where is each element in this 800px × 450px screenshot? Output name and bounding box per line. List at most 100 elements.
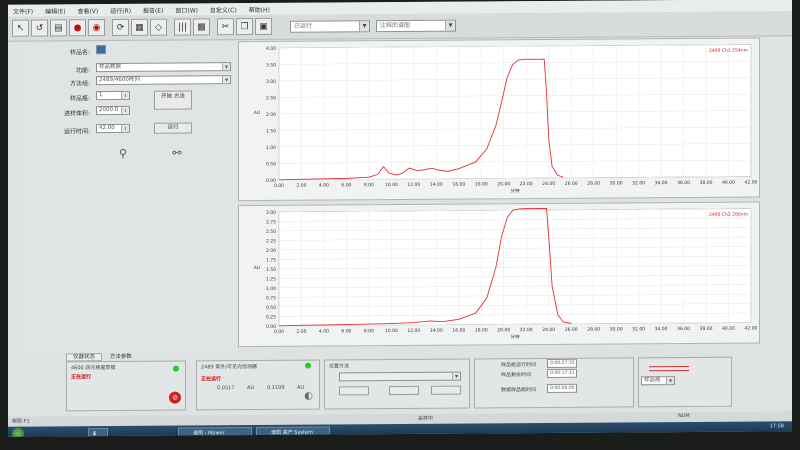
y-tick-label: 3.50 bbox=[266, 62, 276, 68]
spinner-icon[interactable]: ⇕ bbox=[121, 106, 129, 114]
chevron-down-icon: ▼ bbox=[222, 63, 230, 71]
x-tick-label: 30.00 bbox=[610, 326, 623, 332]
status-num: NUM bbox=[678, 412, 690, 420]
x-tick-label: 6.00 bbox=[341, 182, 351, 188]
probe-icon[interactable]: ⚲ bbox=[114, 144, 132, 162]
menu-view[interactable]: 查看(V) bbox=[72, 4, 103, 15]
paste-icon[interactable]: ▣ bbox=[255, 17, 272, 36]
cut-icon[interactable]: ✂ bbox=[217, 18, 234, 36]
detector-panel: 2489 紫外/可见光检测器 正在运行 0.0517 AU 0.1109 AU … bbox=[196, 359, 320, 411]
y-tick-label: 1.25 bbox=[266, 276, 276, 282]
y-tick-label: 2.50 bbox=[266, 229, 276, 235]
progress-panel: 样品瓶 ▼ bbox=[638, 356, 732, 408]
stack-icon[interactable]: ◇ bbox=[150, 18, 167, 36]
sample-name-field[interactable] bbox=[96, 45, 106, 55]
location-select[interactable]: ▼ bbox=[339, 371, 461, 382]
grid-icon[interactable]: ▩ bbox=[193, 18, 210, 36]
vial-remaining-label: 样品剩余时间 bbox=[501, 372, 532, 379]
link-icon[interactable]: ⚯ bbox=[168, 143, 186, 161]
menu-report[interactable]: 报告(E) bbox=[138, 4, 168, 15]
vial-field[interactable]: 1 ⇕ bbox=[96, 90, 130, 101]
x-tick-label: 36.00 bbox=[677, 326, 690, 332]
status-center: 采样中 bbox=[418, 415, 434, 422]
location-button-2[interactable] bbox=[389, 385, 419, 396]
function-label: 功能: bbox=[75, 67, 90, 75]
y-tick-label: 3.00 bbox=[266, 210, 276, 216]
vial-run-time-label: 样品瓶运行时间 bbox=[501, 362, 537, 369]
lamp-icon[interactable]: ◐ bbox=[304, 391, 313, 402]
x-tick-label: 12.00 bbox=[407, 328, 420, 334]
x-tick-label: 24.00 bbox=[542, 181, 555, 187]
stop-icon[interactable]: ◉ bbox=[88, 19, 105, 37]
chevron-down-icon: ▼ bbox=[452, 372, 460, 380]
detector-unit-1: AU bbox=[247, 385, 255, 392]
chromatogram-bottom-pane: 0.00 0.25 0.50 0.75 1.00 1.25 1.50 1.75 2.00 2.25… bbox=[238, 201, 760, 348]
run-button[interactable]: 运行 bbox=[154, 122, 192, 134]
x-tick-label: 20.00 bbox=[497, 181, 510, 187]
location-button-1[interactable] bbox=[339, 386, 369, 396]
x-tick-label: 40.00 bbox=[722, 326, 735, 332]
save-icon[interactable]: ▤ bbox=[50, 19, 67, 37]
y-tick-label: 2.00 bbox=[266, 112, 276, 118]
method-set-select[interactable]: 2489/4600阵列 ▼ bbox=[96, 75, 231, 86]
taskbar-item-empower[interactable]: 谱图 - Mpwer bbox=[178, 427, 252, 437]
x-tick-label: 34.00 bbox=[655, 326, 668, 332]
detector-status: 正在运行 bbox=[201, 376, 222, 383]
vial-legend-select[interactable]: 样品瓶 ▼ bbox=[641, 376, 675, 386]
progress-line bbox=[649, 369, 689, 372]
y-tick-label: 3.00 bbox=[266, 79, 276, 85]
x-tick-label: 2.00 bbox=[296, 183, 306, 189]
tab-method-params[interactable]: 方法参数 bbox=[104, 354, 138, 360]
x-tick-label: 36.00 bbox=[677, 180, 690, 186]
record-icon[interactable]: ● bbox=[69, 19, 86, 37]
chevron-down-icon: ▼ bbox=[359, 21, 369, 32]
taskbar-item-system[interactable]: 谱图 高产 System bbox=[256, 426, 330, 437]
y-axis-label: AU bbox=[254, 110, 260, 116]
refresh-icon[interactable]: ↺ bbox=[31, 19, 48, 37]
tab-instrument-status[interactable]: 仪器状态 bbox=[66, 353, 103, 362]
x-tick-label: 10.00 bbox=[385, 328, 398, 334]
arrow-icon[interactable]: ↖ bbox=[12, 19, 29, 37]
y-tick-label: 1.00 bbox=[266, 286, 276, 292]
method-panel: 样品名: 功能: 样品数据 ▼ 方法组: 2489/4600阵列 ▼ 样品瓶: 1 ⇕… bbox=[18, 41, 238, 355]
menu-run[interactable]: 运行(R) bbox=[105, 4, 136, 15]
function-select[interactable]: 样品数据 ▼ bbox=[96, 62, 231, 73]
y-tick-label: 1.50 bbox=[266, 128, 276, 134]
menu-custom[interactable]: 自定义(C) bbox=[205, 3, 242, 14]
y-tick-label: 2.00 bbox=[266, 248, 276, 254]
menu-file[interactable]: 文件(F) bbox=[8, 5, 38, 16]
x-tick-label: 16.00 bbox=[452, 328, 465, 334]
layers-icon[interactable]: ▦ bbox=[131, 18, 148, 36]
x-tick-label: 38.00 bbox=[700, 180, 713, 186]
x-tick-label: 18.00 bbox=[475, 181, 488, 187]
run-mode-select[interactable]: 已运行 ▼ bbox=[290, 20, 370, 33]
spinner-icon[interactable]: ⇕ bbox=[121, 124, 129, 132]
y-tick-label: 4.00 bbox=[266, 46, 276, 52]
menu-help[interactable]: 帮助(H) bbox=[244, 3, 275, 14]
x-tick-label: 24.00 bbox=[542, 327, 555, 333]
method-set-label: 方法组: bbox=[69, 80, 90, 88]
sample-name-label: 样品名: bbox=[69, 49, 90, 57]
menu-edit[interactable]: 编辑(E) bbox=[40, 4, 70, 15]
copy-icon[interactable]: ❐ bbox=[236, 18, 253, 36]
loop-icon[interactable]: ⟳ bbox=[112, 18, 129, 37]
progress-line bbox=[649, 365, 689, 368]
inject-volume-field[interactable]: 2000.0 ⇕ bbox=[96, 105, 130, 116]
stop-pump-icon[interactable]: ⊘ bbox=[169, 391, 181, 404]
x-tick-label: 8.00 bbox=[364, 328, 374, 334]
run-mode-value: 已运行 bbox=[294, 22, 313, 30]
chromatogram-top-svg: 0.000.501.001.502.002.503.003.504.000.00… bbox=[254, 44, 758, 194]
start-button[interactable] bbox=[12, 427, 24, 437]
taskbar-item-e[interactable]: E bbox=[88, 428, 108, 437]
menu-window[interactable]: 窗口(W) bbox=[170, 3, 203, 14]
spinner-icon[interactable]: ⇕ bbox=[121, 91, 129, 99]
y-tick-label: 1.75 bbox=[266, 257, 276, 263]
view-select[interactable]: 注释的谱图 ▼ bbox=[376, 19, 456, 33]
location-button-3[interactable] bbox=[431, 385, 461, 395]
x-tick-label: 40.00 bbox=[722, 180, 735, 186]
runtime-field[interactable]: 42.00 ⇕ bbox=[96, 123, 130, 134]
inject-volume-label: 进样体积: bbox=[63, 110, 90, 118]
columns-icon[interactable]: ||| bbox=[174, 18, 191, 36]
start-method-button[interactable]: 开始 方法 bbox=[154, 90, 192, 110]
data-vial-time-value: 0:00:00:00 bbox=[547, 383, 577, 393]
